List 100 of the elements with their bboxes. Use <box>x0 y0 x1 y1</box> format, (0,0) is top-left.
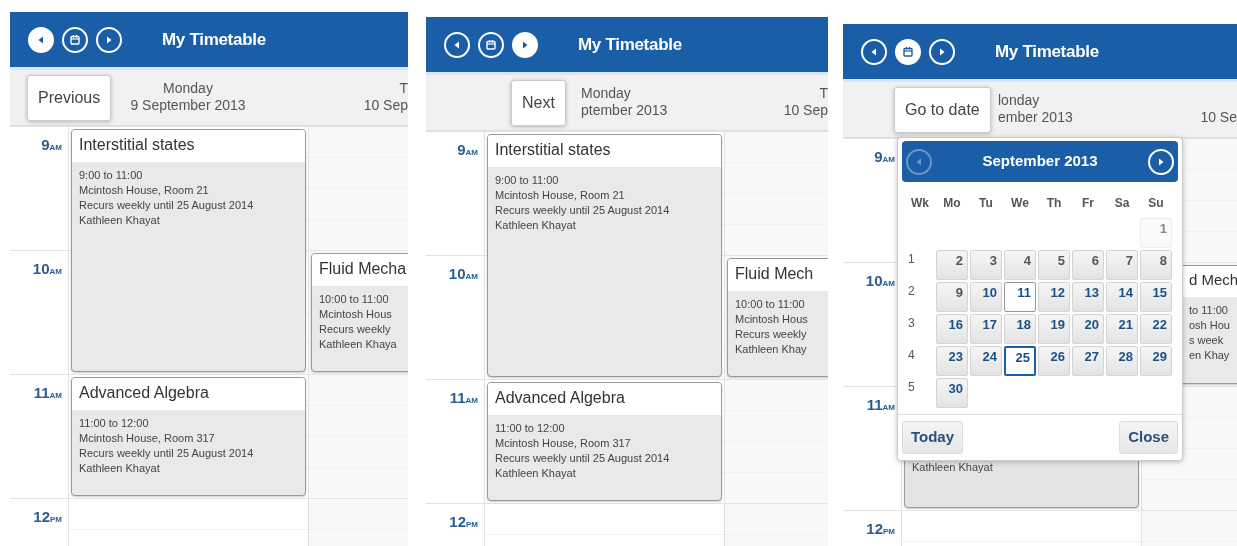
day-button[interactable]: 15 <box>1140 282 1172 312</box>
app-title: My Timetable <box>578 33 682 56</box>
event-title: Fluid Mech <box>728 259 828 291</box>
day-button[interactable]: 22 <box>1140 314 1172 344</box>
event-title: Interstitial states <box>488 135 721 167</box>
weekday-label: Th <box>1045 195 1063 212</box>
event-detail: 10:00 to 11:00 <box>319 292 390 307</box>
event-detail: Mcintosh House, Room 21 <box>495 188 626 203</box>
event-detail: to 11:00 <box>1189 302 1229 318</box>
weekday-label: Fr <box>1081 195 1095 212</box>
weekday-label: We <box>1010 195 1030 212</box>
event-detail: Mcintosh Hous <box>319 307 393 322</box>
day-name: T <box>398 80 408 97</box>
time-label: 10AM <box>32 260 62 277</box>
day-button[interactable]: 12 <box>1038 282 1070 312</box>
day-button[interactable]: 2 <box>936 250 968 280</box>
day-name: londay <box>998 92 1041 109</box>
event-card[interactable]: Advanced Algebra 11:00 to 12:00 Mcintosh House, Room 317 Recurs weekly until 25 August 2014 Kathleen Khayat <box>487 382 722 501</box>
event-card[interactable]: Advanced Algebra 11:00 to 12:00 Mcintosh House, Room 317 Recurs weekly until 25 August 2014 Kathleen Khayat <box>71 377 306 496</box>
time-label: 9AM <box>41 136 62 153</box>
day-button[interactable]: 19 <box>1038 314 1070 344</box>
weekday-label: Tu <box>978 195 994 212</box>
time-label: 11AM <box>449 389 478 406</box>
event-detail: 10:00 to 11:00 <box>735 297 806 312</box>
day-date: 10 Se <box>1199 109 1237 126</box>
day-button[interactable]: 18 <box>1004 314 1036 344</box>
day-button[interactable]: 21 <box>1106 314 1138 344</box>
day-button[interactable]: 14 <box>1106 282 1138 312</box>
day-name: Monday <box>581 85 632 102</box>
day-button[interactable]: 24 <box>970 346 1002 376</box>
day-date: 10 Sep <box>782 102 828 119</box>
event-detail: 11:00 to 12:00 <box>79 416 150 431</box>
week-number: 5 <box>907 379 916 396</box>
app-title: My Timetable <box>995 40 1099 63</box>
day-button[interactable]: 13 <box>1072 282 1104 312</box>
day-button[interactable]: 17 <box>970 314 1002 344</box>
next-month-button[interactable] <box>1148 148 1174 175</box>
time-label: 9AM <box>457 141 478 158</box>
day-button[interactable]: 7 <box>1106 250 1138 280</box>
weekday-label: Wk <box>910 195 930 212</box>
day-button[interactable]: 4 <box>1004 250 1036 280</box>
day-button[interactable]: 10 <box>970 282 1002 312</box>
today-button[interactable]: Today <box>902 421 964 454</box>
day-button[interactable]: 27 <box>1072 346 1104 376</box>
calendar-icon <box>69 33 81 46</box>
day-button[interactable]: 6 <box>1072 250 1104 280</box>
day-button[interactable]: 29 <box>1140 346 1172 376</box>
previous-button[interactable] <box>28 26 54 53</box>
week-number: 1 <box>907 251 916 268</box>
next-button[interactable] <box>929 38 955 65</box>
calendar-button[interactable] <box>478 31 504 58</box>
day-button[interactable]: 25 <box>1004 346 1036 376</box>
event-detail: Recurs weekly until 25 August 2014 <box>79 446 255 461</box>
event-detail: 11:00 to 12:00 <box>495 421 566 436</box>
calendar-button[interactable] <box>895 38 921 65</box>
event-card[interactable]: Interstitial states 9:00 to 11:00 Mcintosh House, Room 21 Recurs weekly until 25 August 2014 Kathleen Khayat <box>487 134 722 377</box>
event-detail: s week <box>1189 332 1225 348</box>
time-label: 12PM <box>449 513 478 530</box>
day-button[interactable]: 5 <box>1038 250 1070 280</box>
day-button[interactable]: 16 <box>936 314 968 344</box>
day-button[interactable]: 11 <box>1004 282 1036 312</box>
day-button[interactable]: 30 <box>936 378 968 408</box>
day-button[interactable]: 23 <box>936 346 968 376</box>
previous-button[interactable] <box>861 38 887 65</box>
day-button[interactable]: 26 <box>1038 346 1070 376</box>
day-button[interactable]: 28 <box>1106 346 1138 376</box>
time-label: 10AM <box>448 265 478 282</box>
event-card[interactable]: Fluid Mecha 10:00 to 11:00 Mcintosh Hous Recurs weekly Kathleen Khaya <box>311 253 408 372</box>
event-detail: Kathleen Khaya <box>319 337 398 352</box>
calendar-icon <box>485 38 497 51</box>
weekday-label: Mo <box>942 195 962 212</box>
event-title: Advanced Algebra <box>72 378 305 410</box>
calendar-button[interactable] <box>62 26 88 53</box>
tooltip: Next <box>511 80 566 126</box>
event-card[interactable]: Fluid Mech 10:00 to 11:00 Mcintosh Hous Recurs weekly Kathleen Khay <box>727 258 828 377</box>
time-label: 10AM <box>865 272 895 289</box>
day-button[interactable]: 8 <box>1140 250 1172 280</box>
day-button[interactable]: 9 <box>936 282 968 312</box>
event-detail: Kathleen Khayat <box>495 218 577 233</box>
event-detail: Mcintosh House, Room 21 <box>79 183 210 198</box>
day-name: T <box>818 85 828 102</box>
event-detail: Recurs weekly <box>319 322 392 337</box>
day-button[interactable]: 3 <box>970 250 1002 280</box>
event-card[interactable]: Interstitial states 9:00 to 11:00 Mcintosh House, Room 21 Recurs weekly until 25 August 2014 Kathleen Khayat <box>71 129 306 372</box>
event-detail: Mcintosh House, Room 317 <box>79 431 216 446</box>
event-detail: Mcintosh House, Room 317 <box>495 436 632 451</box>
close-button[interactable]: Close <box>1119 421 1178 454</box>
tooltip: Go to date <box>894 87 991 133</box>
event-detail: en Khay <box>1189 347 1231 363</box>
previous-button[interactable] <box>444 31 470 58</box>
next-button[interactable] <box>512 31 538 58</box>
event-detail: 9:00 to 11:00 <box>79 168 144 183</box>
day-button[interactable]: 20 <box>1072 314 1104 344</box>
tooltip: Previous <box>27 75 112 121</box>
weekday-label: Sa <box>1113 195 1131 212</box>
day-date: 10 Sep <box>362 97 408 114</box>
event-detail: Kathleen Khayat <box>79 461 161 476</box>
event-detail: Kathleen Khayat <box>495 466 577 481</box>
next-button[interactable] <box>96 26 122 53</box>
event-detail: Recurs weekly until 25 August 2014 <box>495 203 671 218</box>
